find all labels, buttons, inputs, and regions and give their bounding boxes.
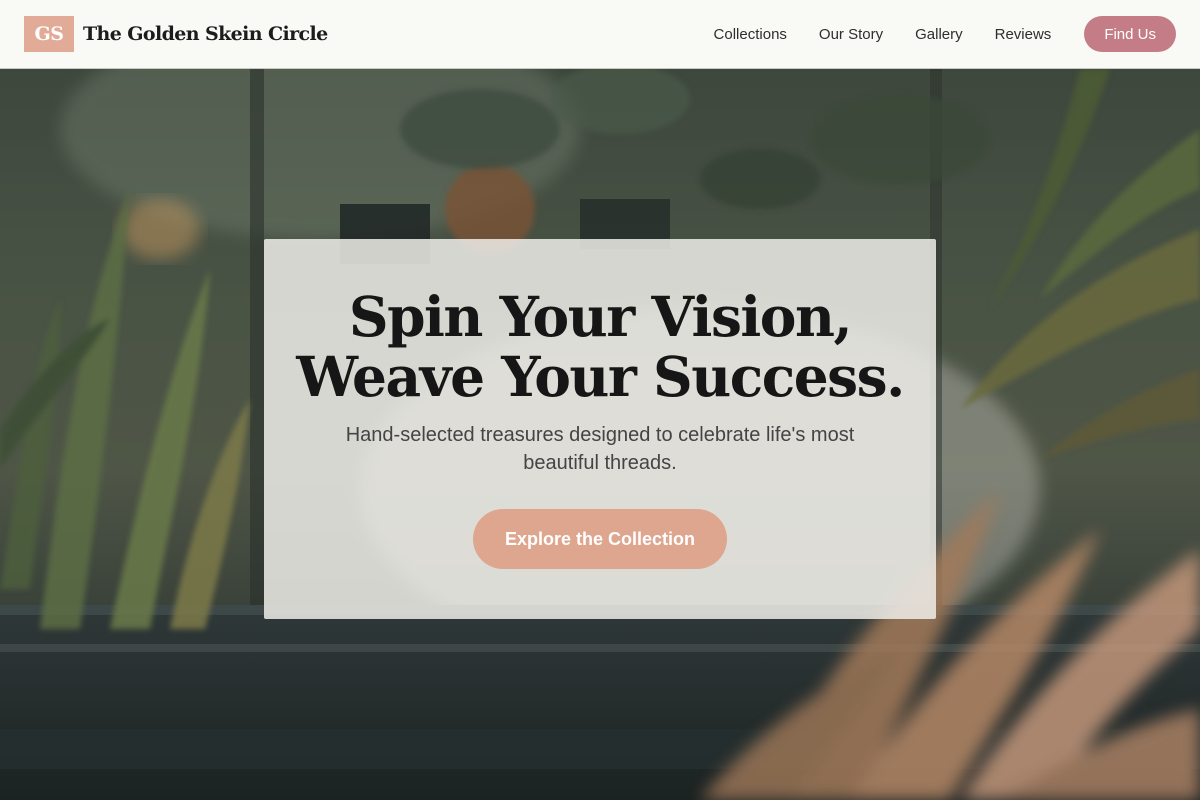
main-nav: Collections Our Story Gallery Reviews Fi… xyxy=(714,16,1176,52)
hero-section: Spin Your Vision, Weave Your Success. Ha… xyxy=(0,69,1200,800)
nav-link-reviews[interactable]: Reviews xyxy=(995,26,1052,43)
brand-logo-mark: GS xyxy=(24,16,74,52)
nav-link-our-story[interactable]: Our Story xyxy=(819,26,883,43)
brand-name: The Golden Skein Circle xyxy=(83,23,328,45)
site-header: GS The Golden Skein Circle Collections O… xyxy=(0,0,1200,69)
brand-link[interactable]: GS The Golden Skein Circle xyxy=(24,16,328,52)
nav-link-gallery[interactable]: Gallery xyxy=(915,26,963,43)
hero-headline-line1: Spin Your Vision, xyxy=(348,284,853,349)
nav-link-collections[interactable]: Collections xyxy=(714,26,787,43)
explore-collection-button[interactable]: Explore the Collection xyxy=(472,509,728,569)
hero-subheading: Hand-selected treasures designed to cele… xyxy=(345,424,855,474)
hero-headline: Spin Your Vision, Weave Your Success. xyxy=(296,284,905,409)
hero-card: Spin Your Vision, Weave Your Success. Ha… xyxy=(264,239,936,619)
hero-headline-line2: Weave Your Success. xyxy=(296,344,905,409)
find-us-button[interactable]: Find Us xyxy=(1084,16,1176,52)
